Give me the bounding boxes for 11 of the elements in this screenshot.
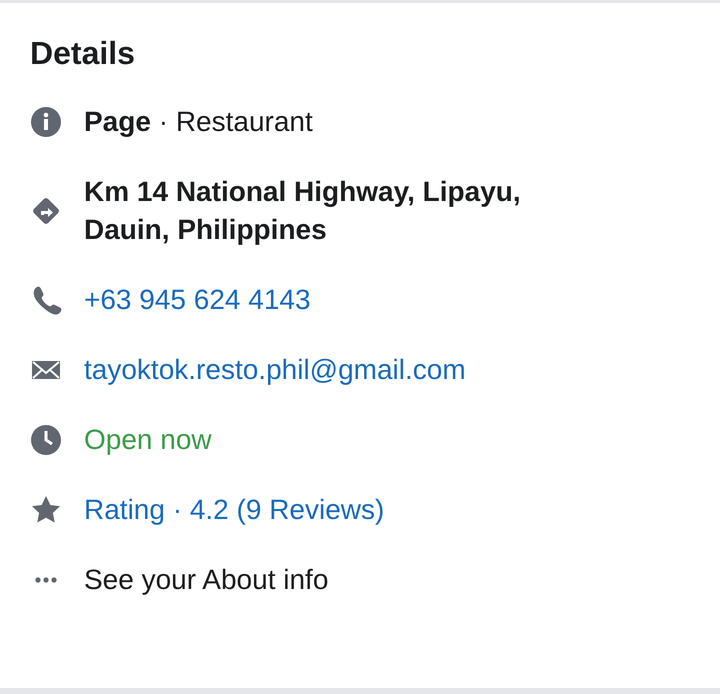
clock-icon [30,424,62,456]
detail-text: See your About info [84,563,328,597]
link[interactable]: tayoktok.resto.phil@gmail.com [84,351,466,389]
more-icon [35,577,57,583]
info-icon [30,106,62,138]
detail-text: Page · Restaurant [84,105,313,139]
link[interactable]: +63 945 624 4143 [84,281,311,319]
section-title: Details [30,34,135,73]
detail-text: Km 14 National Highway, Lipayu, Dauin, Philippines [84,175,522,247]
detail-text: Open now [84,423,212,457]
link[interactable]: Rating · 4.2 (9 Reviews) [84,491,384,529]
